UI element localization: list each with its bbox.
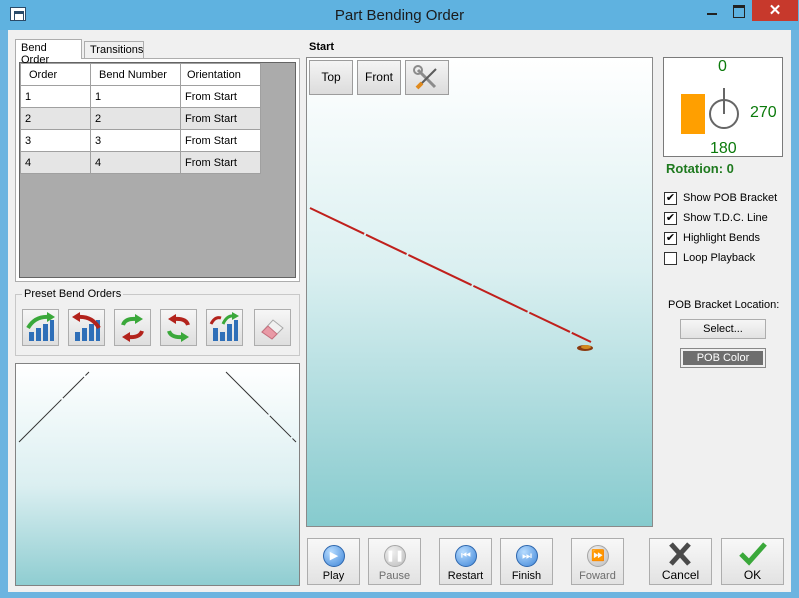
bars-descending-red-arrow-icon (72, 312, 101, 341)
part-profile-graphic (18, 371, 297, 443)
checkmark-icon (739, 542, 767, 566)
preset-group-label: Preset Bend Orders (22, 288, 124, 300)
cell-orientation[interactable]: From Start (180, 107, 261, 130)
restart-icon: ⏮ (455, 545, 477, 567)
option-show-tdc-line[interactable]: ✔ Show T.D.C. Line (664, 210, 768, 226)
part-preview (15, 363, 300, 586)
close-button[interactable]: ✕ (752, 0, 798, 21)
cancel-button[interactable]: Cancel (649, 538, 712, 585)
preset-swap-reverse-button[interactable] (160, 309, 197, 346)
cell-orientation[interactable]: From Start (180, 129, 261, 152)
title-bar[interactable]: Part Bending Order ✕ (0, 0, 799, 30)
ok-button[interactable]: OK (721, 538, 784, 585)
cell-orientation[interactable]: From Start (180, 85, 261, 108)
play-button[interactable]: ▶ Play (307, 538, 360, 585)
preset-descending-button[interactable] (68, 309, 105, 346)
column-header-orientation[interactable]: Orientation (180, 63, 261, 86)
pob-color-button[interactable]: POB Color (680, 348, 766, 368)
pob-select-button[interactable]: Select... (680, 319, 766, 339)
option-loop-playback[interactable]: Loop Playback (664, 250, 755, 266)
clear-preset-button[interactable] (254, 309, 291, 346)
option-label: Show T.D.C. Line (683, 212, 768, 224)
option-highlight-bends[interactable]: ✔ Highlight Bends (664, 230, 760, 246)
preset-ascending-button[interactable] (22, 309, 59, 346)
eraser-icon (261, 319, 284, 340)
main-window: Part Bending Order ✕ Bend Order Transiti… (0, 0, 799, 598)
cell-order[interactable]: 3 (20, 129, 91, 152)
tab-bend-order[interactable]: Bend Order (15, 39, 82, 66)
highlight-bends-checkbox[interactable]: ✔ (664, 231, 677, 245)
option-label: Show POB Bracket (683, 192, 778, 204)
finish-label: Finish (511, 570, 542, 582)
pause-label: Pause (378, 570, 411, 582)
option-show-pob-bracket[interactable]: ✔ Show POB Bracket (664, 190, 777, 206)
option-label: Loop Playback (683, 252, 756, 264)
finish-button[interactable]: ⏭ Finish (500, 538, 553, 585)
bars-mixed-arrows-icon (209, 312, 239, 341)
rotation-readout: Rotation: 0 (666, 161, 734, 176)
window-title: Part Bending Order (334, 7, 465, 24)
cell-order[interactable]: 4 (20, 151, 91, 174)
forward-icon: ⏩ (587, 545, 609, 567)
finish-icon: ⏭ (516, 545, 538, 567)
gauge-right-label: 270 (750, 104, 777, 121)
cell-bend-number[interactable]: 2 (90, 107, 181, 130)
table-row[interactable]: 2 2 From Start (20, 107, 261, 130)
table-row[interactable]: 1 1 From Start (20, 85, 261, 108)
top-view-button[interactable]: Top (309, 60, 353, 95)
client-area: Bend Order Transitions Order Bend Number… (8, 30, 791, 592)
table-header-row: Order Bend Number Orientation (20, 63, 261, 86)
table-row[interactable]: 3 3 From Start (20, 129, 261, 152)
play-icon: ▶ (323, 545, 345, 567)
cell-order[interactable]: 2 (20, 107, 91, 130)
cancel-x-icon (669, 542, 691, 566)
cell-order[interactable]: 1 (20, 85, 91, 108)
restart-label: Restart (447, 570, 484, 582)
table-row[interactable]: 4 4 From Start (20, 151, 261, 174)
play-label: Play (322, 570, 345, 582)
rotation-gauge[interactable]: 0 270 180 (663, 57, 783, 157)
part-3d-graphic (309, 207, 593, 351)
swap-red-green-arrows-icon (167, 314, 190, 342)
3d-viewport[interactable] (306, 57, 653, 527)
cell-bend-number[interactable]: 3 (90, 129, 181, 152)
column-header-order[interactable]: Order (20, 63, 91, 86)
cell-bend-number[interactable]: 1 (90, 85, 181, 108)
forward-label: Foward (579, 570, 616, 582)
restart-button[interactable]: ⏮ Restart (439, 538, 492, 585)
gauge-bottom-label: 180 (710, 140, 737, 157)
bend-order-grid[interactable]: Order Bend Number Orientation 1 1 From S… (19, 62, 296, 278)
column-header-bend-number[interactable]: Bend Number (90, 63, 181, 86)
pause-button[interactable]: ❚❚ Pause (368, 538, 421, 585)
wrench-screwdriver-icon (413, 65, 437, 90)
preset-bend-orders-group: Preset Bend Orders (15, 288, 300, 356)
show-pob-bracket-checkbox[interactable]: ✔ (664, 191, 677, 205)
minimize-button[interactable] (700, 0, 726, 22)
bars-ascending-green-arrow-icon (26, 312, 55, 341)
bend-order-panel: Order Bend Number Orientation 1 1 From S… (15, 58, 300, 282)
pause-icon: ❚❚ (384, 545, 406, 567)
cell-orientation[interactable]: From Start (180, 151, 261, 174)
preset-swap-forward-button[interactable] (114, 309, 151, 346)
maximize-button[interactable] (726, 0, 752, 22)
viewport-state-label: Start (309, 41, 335, 53)
gauge-top-label: 0 (718, 58, 727, 75)
pob-location-label: POB Bracket Location: (668, 299, 780, 311)
tab-transitions[interactable]: Transitions (84, 41, 144, 59)
cancel-label: Cancel (661, 568, 700, 582)
show-tdc-line-checkbox[interactable]: ✔ (664, 211, 677, 225)
cell-bend-number[interactable]: 4 (90, 151, 181, 174)
view-settings-button[interactable] (405, 60, 449, 95)
front-view-button[interactable]: Front (357, 60, 401, 95)
swap-green-red-arrows-icon (121, 314, 144, 342)
pob-color-swatch: POB Color (683, 351, 763, 365)
option-label: Highlight Bends (683, 232, 761, 244)
loop-playback-checkbox[interactable] (664, 251, 677, 265)
preset-mixed-button[interactable] (206, 309, 243, 346)
ok-label: OK (743, 568, 762, 582)
forward-button[interactable]: ⏩ Foward (571, 538, 624, 585)
